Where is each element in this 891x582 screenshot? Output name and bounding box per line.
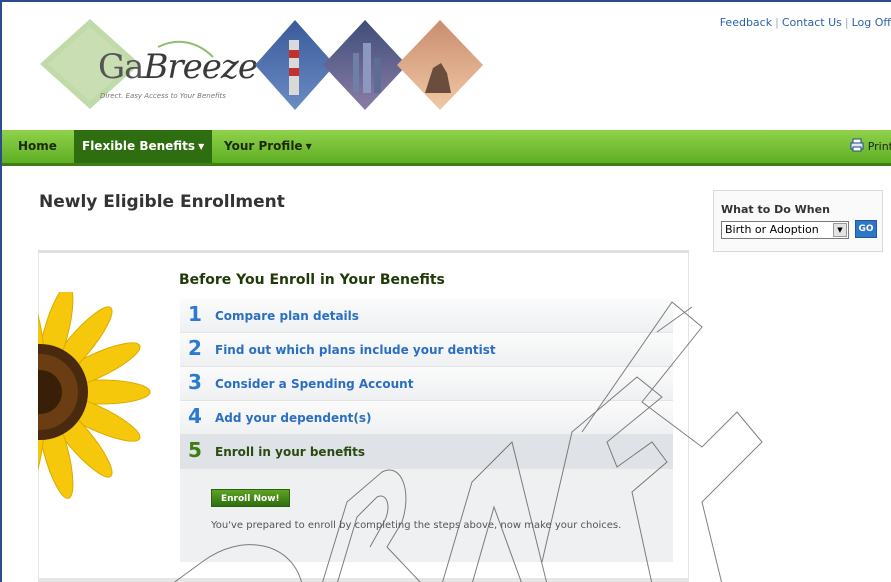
app-window: Feedback | Contact Us | Log Off GaBreeze Dir… [0, 0, 891, 582]
panel-bottom-bar [38, 578, 689, 582]
feedback-link[interactable]: Feedback [720, 16, 772, 29]
panel-heading: Before You Enroll in Your Benefits [179, 272, 445, 288]
chevron-down-icon: ▼ [305, 142, 312, 151]
step-add-dependents[interactable]: 4 Add your dependent(s) [180, 401, 673, 435]
step-label[interactable]: Consider a Spending Account [215, 377, 413, 391]
logo-tagline: Direct. Easy Access to Your Benefits [100, 92, 226, 100]
enroll-now-button[interactable]: Enroll Now! [211, 489, 290, 507]
separator: | [775, 16, 779, 29]
step-number: 1 [188, 302, 202, 326]
logo-wordmark: GaBreeze [98, 47, 258, 87]
step-enroll-benefits[interactable]: 5 Enroll in your benefits [180, 435, 673, 469]
step-label[interactable]: Find out which plans include your dentis… [215, 343, 496, 357]
step-spending-account[interactable]: 3 Consider a Spending Account [180, 367, 673, 401]
gabreeze-logo[interactable]: GaBreeze Direct. Easy Access to Your Ben… [38, 17, 258, 112]
contact-us-link[interactable]: Contact Us [782, 16, 842, 29]
sunflower-icon [38, 292, 151, 501]
step-number: 5 [188, 438, 202, 462]
step-find-dentist[interactable]: 2 Find out which plans include your dent… [180, 333, 673, 367]
step-label[interactable]: Add your dependent(s) [215, 411, 371, 425]
page-title: Newly Eligible Enrollment [39, 192, 285, 212]
nav-home[interactable]: Home [10, 130, 65, 163]
step-number: 3 [188, 370, 202, 394]
print-label: Print [867, 140, 891, 153]
header: Feedback | Contact Us | Log Off GaBreeze Dir… [2, 2, 891, 130]
enrollment-steps: 1 Compare plan details 2 Find out which … [180, 299, 673, 562]
step-label[interactable]: Compare plan details [215, 309, 359, 323]
dropdown-arrow-icon[interactable]: ▼ [833, 223, 847, 237]
life-event-select[interactable]: Birth or Adoption ▼ [721, 221, 849, 239]
step-number: 4 [188, 404, 202, 428]
separator: | [844, 16, 849, 29]
nav-flexible-benefits-label: Flexible Benefits [82, 139, 196, 153]
step-label: Enroll in your benefits [215, 445, 366, 459]
nav-your-profile-label: Your Profile [224, 139, 303, 153]
what-to-do-when-title: What to Do When [721, 203, 830, 216]
step-number: 2 [188, 336, 202, 360]
top-links: Feedback | Contact Us | Log Off [720, 16, 891, 29]
nav-home-label: Home [18, 139, 57, 153]
print-button[interactable]: Print [850, 130, 891, 163]
nav-your-profile[interactable]: Your Profile ▼ [216, 130, 320, 163]
nav-flexible-benefits[interactable]: Flexible Benefits ▼ [74, 130, 213, 163]
printer-icon [850, 138, 864, 152]
header-photo-strip [255, 18, 485, 118]
go-button[interactable]: GO [855, 220, 877, 238]
photo-collage-icon [255, 20, 483, 110]
enroll-instructions: You've prepared to enroll by completing … [211, 520, 622, 531]
chevron-down-icon: ▼ [198, 142, 205, 151]
log-off-link[interactable]: Log Off [852, 16, 891, 29]
what-to-do-when-box: What to Do When Birth or Adoption ▼ GO [713, 190, 883, 252]
sunflower-image [38, 292, 168, 532]
main-nav: Home Flexible Benefits ▼ Your Profile ▼ Pr… [2, 130, 891, 166]
life-event-select-value: Birth or Adoption [725, 223, 819, 236]
step-compare-plans[interactable]: 1 Compare plan details [180, 299, 673, 333]
step-enroll-details: Enroll Now! You've prepared to enroll by… [180, 469, 673, 562]
